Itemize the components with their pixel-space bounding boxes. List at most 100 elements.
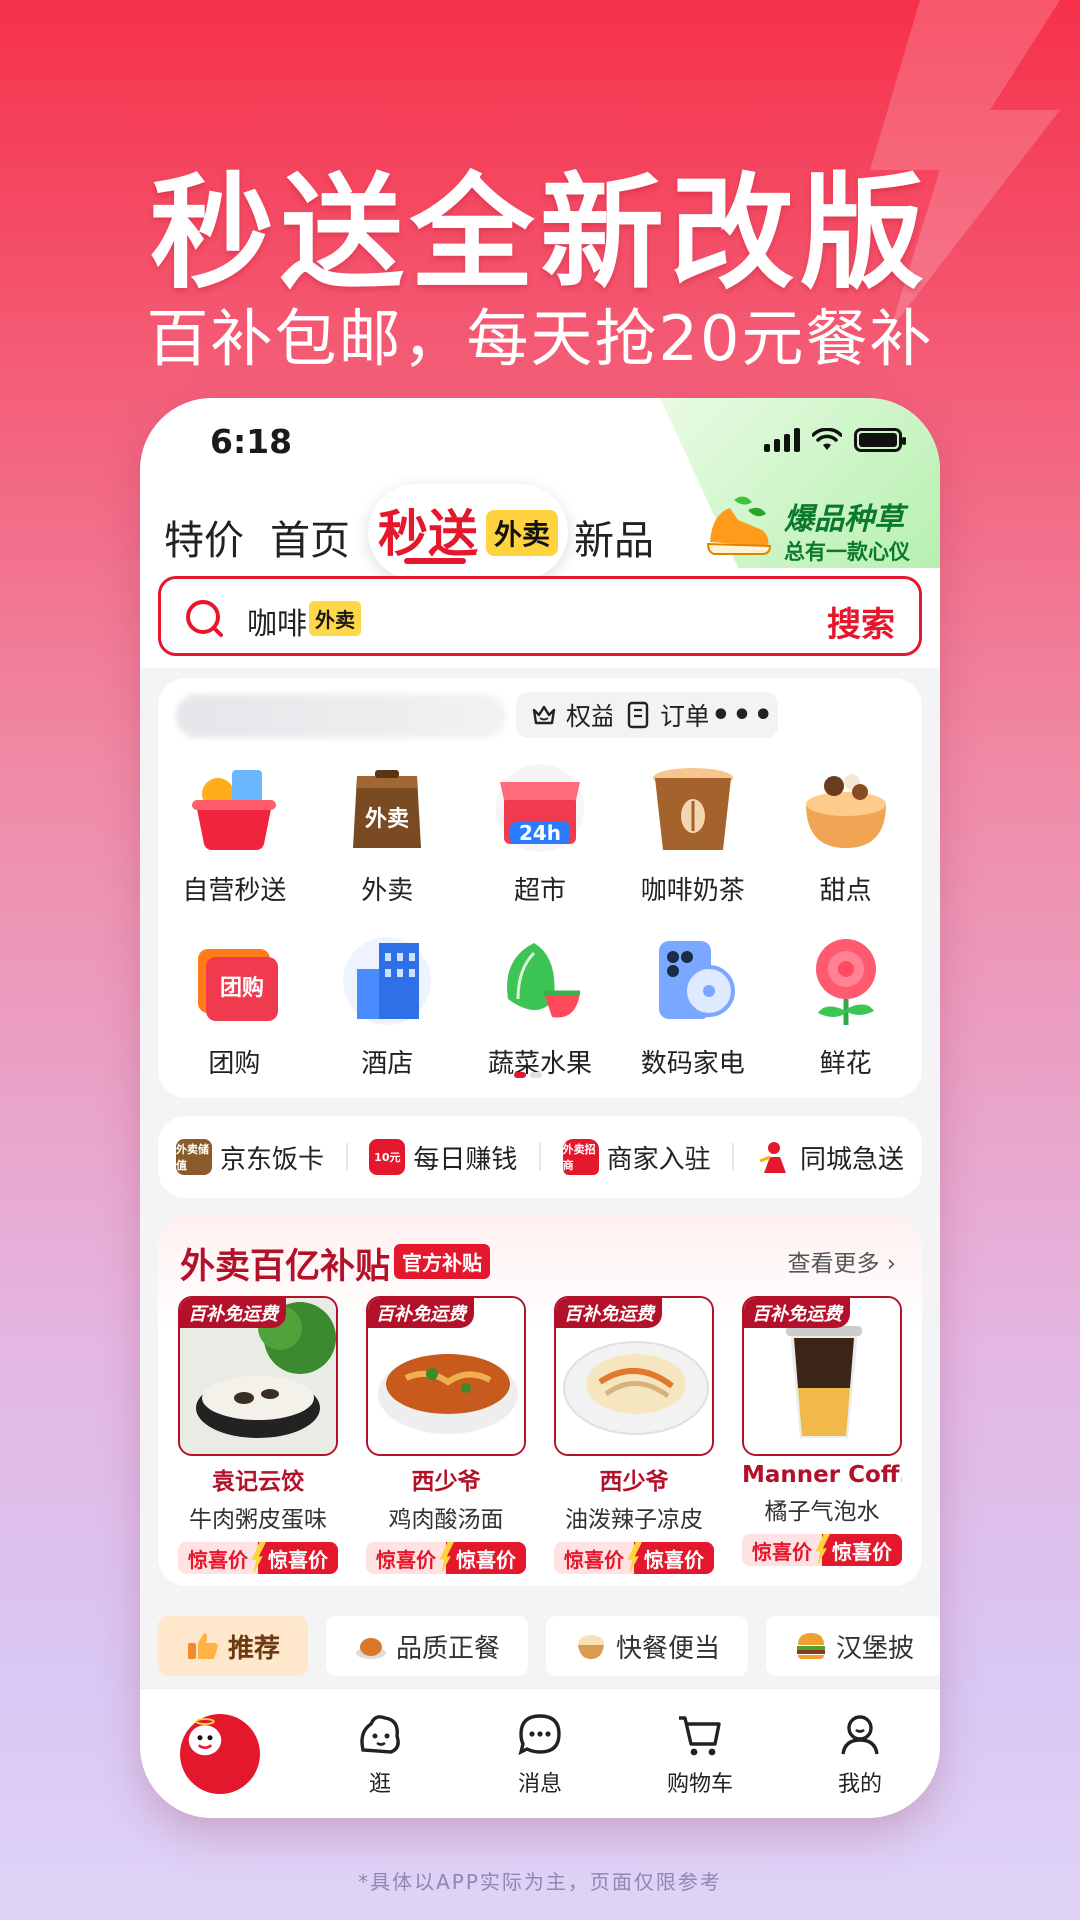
chip-quality-meals[interactable]: 品质正餐 [326, 1616, 529, 1676]
category-item[interactable]: 数码家电 [616, 929, 769, 1080]
product-card[interactable]: 百补免运费 西少爷 鸡肉酸汤面 惊喜价 惊喜价 [366, 1296, 526, 1574]
nav-label: 逛 [368, 1771, 391, 1797]
category-item[interactable]: 咖啡奶茶 [616, 756, 769, 907]
free-shipping-ribbon: 百补免运费 [744, 1298, 850, 1328]
tab-home[interactable]: 首页 [270, 508, 350, 566]
chip-burger[interactable]: 汉堡披 [766, 1616, 940, 1676]
tab-new[interactable]: 新品 [574, 508, 654, 566]
link-merchant-join[interactable]: 外卖招商 商家入驻 [562, 1139, 711, 1176]
product-store: 袁记云饺 [212, 1469, 304, 1495]
category-item[interactable]: 甜点 [769, 756, 922, 907]
category-item[interactable]: 团购 团购 [158, 929, 311, 1080]
category-label: 酒店 [361, 1049, 414, 1079]
product-desc: 鸡肉酸汤面 [388, 1507, 504, 1533]
product-card[interactable]: 百补免运费 西少爷 油泼辣子凉皮 惊喜价 惊喜价 [554, 1296, 714, 1574]
location-selector[interactable] [176, 694, 506, 738]
category-item[interactable]: 酒店 [311, 929, 464, 1080]
category-grid: 自营秒送 外卖 外卖 24h 超市 咖啡奶茶 甜点 团购 团购 酒店 蔬菜水果 … [158, 756, 922, 1080]
signal-icon [764, 428, 800, 452]
product-image: 百补免运费 [554, 1296, 714, 1456]
surprise-price-tag: 惊喜价 惊喜价 [366, 1542, 526, 1574]
category-label: 甜点 [819, 876, 872, 906]
search-input[interactable]: 咖啡 [247, 599, 307, 643]
free-shipping-ribbon: 百补免运费 [180, 1298, 286, 1328]
group-buy-ticket-icon: 团购 [198, 949, 279, 1021]
shortcut-links: 外卖储值 京东饭卡 10元 每日赚钱 外卖招商 商家入驻 同城急送 [158, 1116, 922, 1198]
promo-line-1: 爆品种草 [784, 502, 904, 537]
chip-fast-food[interactable]: 快餐便当 [546, 1616, 749, 1676]
nav-profile[interactable]: 我的 [780, 1710, 940, 1798]
burger-icon [797, 1633, 826, 1659]
link-jd-meal-card[interactable]: 外卖储值 京东饭卡 [176, 1139, 324, 1176]
promo-banner[interactable]: 爆品种草 总有一款心仪 [698, 486, 928, 576]
nav-home[interactable] [140, 1713, 300, 1794]
jd-mascot-icon [180, 1713, 260, 1794]
product-card[interactable]: 百补免运费 袁记云饺 牛肉粥皮蛋味 惊喜价 惊喜价 [178, 1296, 338, 1574]
benefits-label: 权益 [566, 702, 617, 731]
link-daily-earn[interactable]: 10元 每日赚钱 [369, 1139, 517, 1176]
link-city-express[interactable]: 同城急送 [756, 1139, 904, 1176]
battery-icon [854, 428, 906, 452]
category-label: 数码家电 [640, 1049, 745, 1079]
product-row: 百补免运费 袁记云饺 牛肉粥皮蛋味 惊喜价 惊喜价 百补免运费 西少爷 鸡肉酸汤… [178, 1296, 902, 1574]
svg-text:团购: 团购 [220, 975, 264, 1001]
svg-text:外卖: 外卖 [365, 806, 409, 832]
category-item[interactable]: 蔬菜水果 [464, 929, 617, 1080]
cake-icon [805, 774, 886, 848]
nav-messages[interactable]: 消息 [460, 1710, 620, 1798]
rose-icon [815, 939, 876, 1025]
promo-subtitle: 百补包邮，每天抢20元餐补 [146, 302, 934, 375]
nav-browse[interactable]: 逛 [300, 1710, 460, 1798]
nav-cart[interactable]: 购物车 [620, 1710, 780, 1798]
sneaker-icon [706, 496, 772, 555]
product-store: 西少爷 [599, 1469, 669, 1495]
subsidy-title: 外卖百亿补贴 [180, 1247, 391, 1287]
chip-label: 快餐便当 [616, 1633, 721, 1664]
free-shipping-ribbon: 百补免运费 [368, 1298, 474, 1328]
vegetable-fruit-icon [507, 943, 580, 1018]
chip-label: 推荐 [228, 1633, 281, 1664]
chip-label: 品质正餐 [396, 1633, 501, 1664]
more-options-button[interactable]: ••• [708, 692, 778, 738]
search-bar[interactable]: 咖啡 外卖 搜索 [158, 576, 922, 656]
product-card[interactable]: 百补免运费 Manner Coff... 橘子气泡水 惊喜价惊喜价 [742, 1296, 902, 1574]
search-takeout-tag: 外卖 [309, 601, 361, 636]
courier-icon [759, 1142, 786, 1173]
nav-label: 我的 [837, 1771, 882, 1797]
official-subsidy-badge: 官方补贴 [394, 1244, 490, 1279]
free-shipping-ribbon: 百补免运费 [556, 1298, 662, 1328]
category-label: 自营秒送 [182, 876, 287, 906]
status-icons [764, 428, 906, 452]
view-more-link[interactable]: 查看更多 › [787, 1244, 896, 1278]
crown-icon [532, 705, 556, 725]
category-item[interactable]: 外卖 外卖 [311, 756, 464, 907]
coffee-cup-icon [652, 768, 733, 850]
bottom-nav: 逛 消息 购物车 我的 [140, 1688, 940, 1818]
rice-bowl-icon [578, 1635, 605, 1659]
message-icon [518, 1713, 561, 1755]
link-label: 同城急送 [799, 1144, 904, 1175]
subsidy-section: 外卖百亿补贴 官方补贴 查看更多 › 百补免运费 袁记云饺 牛肉粥皮蛋味 惊喜价… [158, 1216, 922, 1586]
category-item[interactable]: 鲜花 [769, 929, 922, 1080]
nav-label: 购物车 [666, 1771, 733, 1797]
search-button[interactable]: 搜索 [827, 597, 895, 646]
product-desc: 油泼辣子凉皮 [565, 1507, 703, 1533]
page-indicator [514, 1072, 542, 1078]
category-item[interactable]: 自营秒送 [158, 756, 311, 907]
category-label: 咖啡奶茶 [640, 876, 745, 906]
divider [539, 1143, 541, 1171]
product-image: 百补免运费 [366, 1296, 526, 1456]
category-label: 团购 [208, 1049, 261, 1079]
status-time: 6:18 [210, 422, 293, 461]
tab-instant-delivery[interactable]: 秒送 外卖 [368, 484, 568, 580]
profile-icon [841, 1714, 879, 1754]
hotel-building-icon [343, 937, 432, 1025]
tab-specials[interactable]: 特价 [164, 508, 244, 566]
link-label: 每日赚钱 [413, 1144, 518, 1175]
phone-fan-icon [658, 941, 735, 1019]
category-item[interactable]: 24h 超市 [464, 756, 617, 907]
product-desc: 牛肉粥皮蛋味 [189, 1507, 327, 1533]
orders-label: 订单 [660, 702, 711, 731]
roast-chicken-icon [356, 1638, 387, 1659]
chip-recommended[interactable]: 推荐 [158, 1616, 309, 1676]
